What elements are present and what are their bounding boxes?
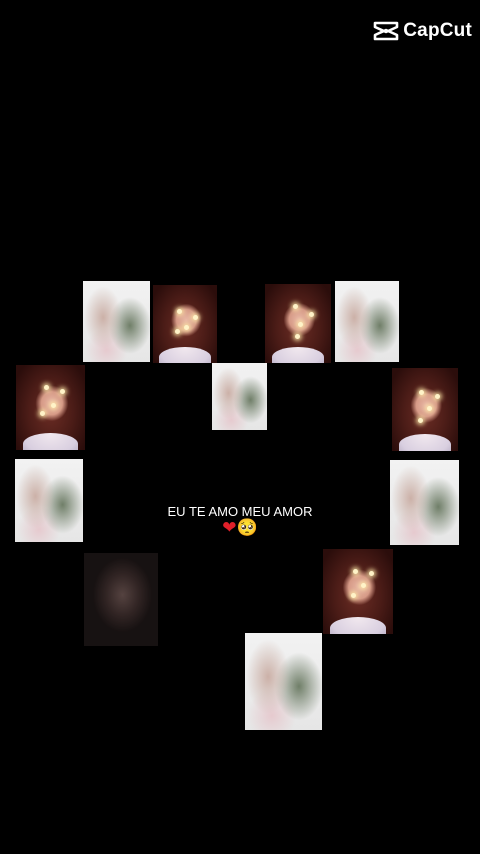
capcut-logo-icon [373, 21, 399, 41]
red-heart-icon: ❤ [222, 518, 237, 538]
photo-tile [392, 368, 458, 451]
caption-text: EU TE AMO MEU AMOR [167, 504, 313, 519]
photo-tile [245, 633, 322, 730]
photo-tile [265, 284, 331, 363]
photo-tile [83, 281, 150, 362]
watermark-text: CapCut [403, 20, 472, 41]
photo-tile [323, 549, 393, 634]
caption-emoji-line: ❤🥺 [0, 518, 480, 538]
capcut-watermark: CapCut [373, 20, 472, 42]
photo-tile [335, 281, 399, 362]
photo-tile [84, 553, 158, 646]
photo-tile [212, 363, 267, 430]
photo-tile [16, 365, 85, 450]
pleading-face-icon: 🥺 [236, 518, 258, 538]
photo-tile [153, 285, 217, 363]
